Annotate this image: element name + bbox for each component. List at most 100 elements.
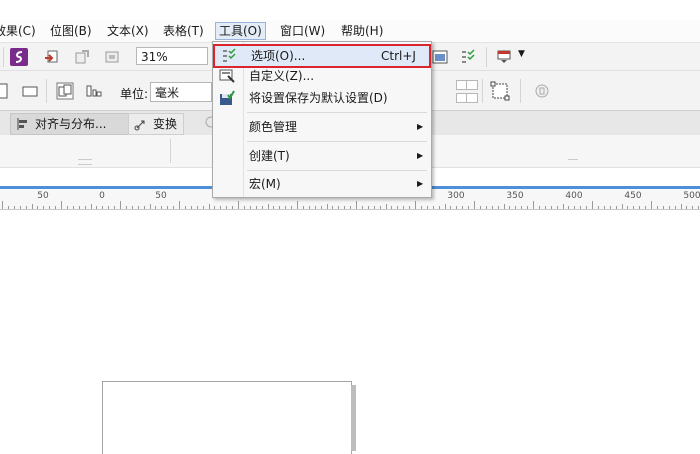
- menu-item-save-defaults[interactable]: 将设置保存为默认设置(D): [213, 87, 431, 109]
- ruler-tick: [332, 206, 334, 209]
- menu-effects[interactable]: 效果(C): [0, 23, 36, 39]
- menu-table[interactable]: 表格(T): [163, 23, 204, 39]
- ruler-tick: [444, 204, 446, 209]
- drawing-page[interactable]: [102, 381, 352, 454]
- menu-item-color-management-label: 颜色管理: [249, 120, 298, 134]
- publish-pdf-icon[interactable]: [104, 49, 120, 65]
- ruler-tick: [651, 201, 652, 209]
- ruler-label: 300: [447, 191, 465, 201]
- tab-align-distribute-label: 对齐与分布...: [35, 117, 107, 131]
- menu-item-customize[interactable]: 自定义(Z)...: [213, 65, 431, 87]
- ruler-tick: [592, 201, 593, 209]
- ruler-tick: [479, 206, 481, 209]
- menu-help[interactable]: 帮助(H): [341, 23, 383, 39]
- menu-window[interactable]: 窗口(W): [280, 23, 325, 39]
- menu-item-macros[interactable]: 宏(M) ▶: [213, 173, 431, 195]
- nudge-up-button-2[interactable]: [466, 80, 478, 90]
- ruler-tick: [621, 204, 623, 209]
- ruler-tick: [627, 206, 629, 209]
- menu-item-create[interactable]: 创建(T) ▶: [213, 145, 431, 167]
- ruler-label: 400: [565, 191, 583, 201]
- ruler-tick: [297, 201, 298, 209]
- ruler-tick: [367, 206, 369, 209]
- options-icon[interactable]: [460, 49, 476, 65]
- ruler-tick: [361, 206, 363, 209]
- portrait-page-icon[interactable]: [0, 83, 10, 99]
- grip-handle[interactable]: [568, 159, 578, 164]
- ruler-tick: [674, 206, 676, 209]
- window-layout-icon[interactable]: [496, 49, 512, 65]
- ruler-tick: [214, 206, 216, 209]
- ruler-tick: [291, 206, 293, 209]
- grip-handle[interactable]: [78, 159, 92, 165]
- ruler-tick: [680, 204, 682, 209]
- corel-logo-icon[interactable]: [10, 48, 28, 66]
- ruler-tick: [96, 206, 98, 209]
- strip-divider: [170, 139, 171, 163]
- ruler-tick: [521, 206, 523, 209]
- ruler-tick: [385, 204, 387, 209]
- ruler-tick: [19, 206, 21, 209]
- ruler-tick: [485, 206, 487, 209]
- units-select[interactable]: 毫米: [150, 82, 212, 102]
- ruler-tick: [61, 201, 62, 209]
- units-label: 单位:: [120, 87, 149, 101]
- menu-item-color-management[interactable]: 颜色管理 ▶: [213, 116, 431, 138]
- menu-tools[interactable]: 工具(O): [215, 22, 266, 40]
- ruler-tick: [66, 206, 68, 209]
- toolbar-options-arrow-icon[interactable]: ▼: [518, 49, 525, 59]
- page-shadow: [351, 385, 356, 451]
- ruler-tick: [474, 201, 475, 209]
- export-icon[interactable]: [74, 49, 90, 65]
- zoom-level-combo[interactable]: 31%: [136, 47, 208, 65]
- ruler-tick: [609, 206, 611, 209]
- ruler-tick: [574, 206, 576, 209]
- ruler-tick: [273, 206, 275, 209]
- ruler-label: 50: [37, 191, 49, 201]
- ruler-tick: [662, 206, 664, 209]
- options-icon: [223, 48, 236, 62]
- ruler-tick: [468, 206, 470, 209]
- treat-as-filled-icon[interactable]: [534, 83, 550, 99]
- nudge-down-button-2[interactable]: [466, 93, 478, 103]
- ruler-tick: [78, 206, 80, 209]
- save-defaults-icon: [220, 90, 235, 105]
- import-icon[interactable]: [44, 49, 60, 65]
- ruler-tick: [456, 206, 458, 209]
- ruler-tick: [503, 204, 505, 209]
- ruler-tick: [509, 206, 511, 209]
- customize-icon: [219, 69, 235, 83]
- ruler-tick: [326, 204, 328, 209]
- submenu-arrow-icon: ▶: [417, 122, 424, 131]
- ruler-tick: [350, 206, 352, 209]
- ruler-tick: [450, 206, 452, 209]
- toolbar-divider: [46, 79, 47, 103]
- menu-text[interactable]: 文本(X): [107, 23, 149, 39]
- landscape-page-icon[interactable]: [22, 83, 38, 99]
- ruler-tick: [462, 206, 464, 209]
- tools-menu-dropdown: 选项(O)... Ctrl+J 自定义(Z)... 将设置保存为默认设置(D) …: [212, 41, 432, 198]
- ruler-tick: [344, 206, 346, 209]
- current-page-icon[interactable]: [86, 83, 102, 99]
- align-icon: [17, 118, 27, 130]
- ruler-tick: [615, 206, 617, 209]
- menu-item-save-defaults-label: 将设置保存为默认设置(D): [249, 91, 388, 105]
- ruler-tick: [149, 204, 151, 209]
- ruler-label: 350: [506, 191, 524, 201]
- ruler-tick: [426, 206, 428, 209]
- tab-transform[interactable]: 变换: [128, 113, 185, 135]
- menu-bitmaps[interactable]: 位图(B): [50, 23, 92, 39]
- ruler-tick: [137, 206, 139, 209]
- page-frame-icon[interactable]: [490, 81, 510, 101]
- ruler-tick: [238, 201, 239, 209]
- ruler-tick: [261, 206, 263, 209]
- application-launcher-icon[interactable]: [432, 49, 448, 65]
- ruler-tick: [409, 206, 411, 209]
- ruler-tick: [403, 206, 405, 209]
- ruler-tick: [497, 206, 499, 209]
- submenu-arrow-icon: ▶: [417, 151, 424, 160]
- all-pages-icon[interactable]: [56, 82, 74, 100]
- ruler-tick: [415, 201, 416, 209]
- ruler-tick: [538, 206, 540, 209]
- ruler-tick: [314, 206, 316, 209]
